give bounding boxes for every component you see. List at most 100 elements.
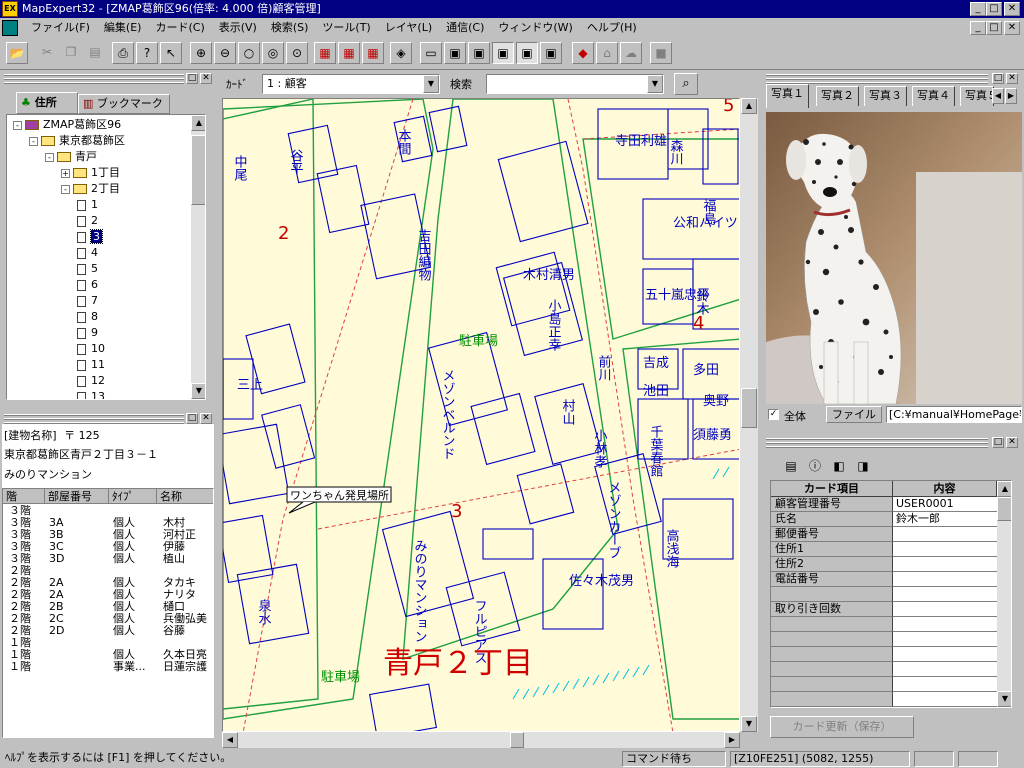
binoculars-icon[interactable]: ⌕ <box>674 73 698 95</box>
tab-photo-1[interactable]: 写真１ <box>766 84 809 108</box>
panel-restore-button[interactable]: □ <box>186 73 198 84</box>
card-row[interactable] <box>771 632 997 647</box>
col-room[interactable]: 部屋番号 <box>45 489 109 504</box>
tree-node[interactable]: - 東京都葛飾区 <box>29 133 125 149</box>
scroll-thumb[interactable] <box>191 135 205 205</box>
table-row[interactable]: ３階 3D 個人 植山 <box>3 553 213 565</box>
window-2-icon[interactable]: ▣ <box>444 42 466 64</box>
table-row[interactable]: ３階 3B 個人 河村正 <box>3 529 213 541</box>
tree-node[interactable]: - 2丁目 <box>61 181 120 197</box>
card-row[interactable]: 電話番号 <box>771 572 997 587</box>
card-row[interactable] <box>771 617 997 632</box>
open-folder-icon[interactable]: 📂 <box>6 42 28 64</box>
tree-node[interactable]: 8 <box>77 309 98 325</box>
card-row[interactable]: 住所1 <box>771 542 997 557</box>
file-button[interactable]: ファイル <box>826 406 882 423</box>
map-label[interactable]: フルピアス <box>472 599 487 664</box>
panel-close-button[interactable]: ✕ <box>200 73 212 84</box>
card-row[interactable]: 郵便番号 <box>771 527 997 542</box>
map-label[interactable]: 森川 <box>668 139 684 165</box>
map-label[interactable]: 池田 <box>643 384 669 399</box>
minimize-button[interactable]: _ <box>970 2 986 16</box>
scroll-thumb[interactable] <box>997 497 1011 521</box>
paste-icon[interactable]: ▤ <box>84 42 106 64</box>
grid-3-icon[interactable]: ▦ <box>362 42 384 64</box>
card-row[interactable] <box>771 677 997 692</box>
dog-callout[interactable]: ワンちゃん発見場所 <box>286 486 392 514</box>
zoom-fit-icon[interactable]: ◎ <box>262 42 284 64</box>
tab-scroll-left-button[interactable]: ◀ <box>992 88 1004 104</box>
chevron-down-icon[interactable]: ▼ <box>423 75 439 93</box>
map-label[interactable]: みのりマンション <box>412 539 427 643</box>
card-field-value[interactable] <box>893 617 997 632</box>
tab-photo-5[interactable]: 写真５ <box>960 86 994 106</box>
card-scrollbar[interactable]: ▲ ▼ <box>997 481 1011 707</box>
table-row[interactable]: １階 事業... 日蓮宗護 <box>3 661 213 673</box>
tree-node[interactable]: - 青戸 <box>45 149 97 165</box>
zoom-icon[interactable]: ○ <box>238 42 260 64</box>
card-row[interactable] <box>771 692 997 707</box>
map-label[interactable]: 高浅海 <box>664 528 680 568</box>
table-row[interactable]: ３階 3C 個人 伊藤 <box>3 541 213 553</box>
window-5-icon[interactable]: ▣ <box>516 42 538 64</box>
map-canvas[interactable]: 2 3 4 5 青戸２丁目 谷平本間 寺田利雄 森川公和ハイツ福島吉田編物 木村清男小… <box>223 99 740 732</box>
card-field-value[interactable] <box>893 572 997 587</box>
zoom-out-icon[interactable]: ⊖ <box>214 42 236 64</box>
map-label[interactable]: 吉成 <box>643 356 669 371</box>
collapse-icon[interactable]: - <box>13 120 22 130</box>
building-restore-button[interactable]: □ <box>186 413 198 424</box>
marker-icon[interactable]: ◆ <box>572 42 594 64</box>
table-row[interactable]: ２階 2C 個人 兵働弘美 <box>3 613 213 625</box>
map-label[interactable]: 駐車場 <box>459 334 498 349</box>
map-label[interactable]: 前川 <box>596 354 612 381</box>
menu-item[interactable]: ツール(T) <box>315 18 377 38</box>
tab-address[interactable]: ♣ 住所 <box>16 92 78 114</box>
new-card-icon[interactable]: ▤ <box>780 456 802 478</box>
scroll-thumb[interactable] <box>510 732 524 748</box>
tab-photo-2[interactable]: 写真２ <box>816 86 859 106</box>
menu-item[interactable]: 編集(E) <box>97 18 149 38</box>
tree-node[interactable]: 2 <box>77 213 98 229</box>
scroll-left-button[interactable]: ◀ <box>222 732 238 748</box>
card-field-value[interactable] <box>893 587 997 602</box>
map-vertical-scrollbar[interactable]: ▲ ▼ <box>740 98 758 732</box>
map-label[interactable]: 佐々木茂男 <box>569 574 634 589</box>
table-row[interactable]: １階 個人 久本日亮 <box>3 649 213 661</box>
map-label[interactable]: 小林孝 <box>592 429 608 468</box>
tree-node[interactable]: 13 <box>77 389 105 399</box>
map-label[interactable]: 奥野 <box>703 394 729 409</box>
card-field-value[interactable] <box>893 542 997 557</box>
tree-node[interactable]: 1 <box>77 197 98 213</box>
grid-icon[interactable]: ▦ <box>314 42 336 64</box>
map-label[interactable]: 中尾 <box>232 155 248 182</box>
route-icon[interactable]: ⌂ <box>596 42 618 64</box>
card-field-value[interactable] <box>893 632 997 647</box>
collapse-icon[interactable]: - <box>29 136 38 146</box>
map-label[interactable]: メゾンベルンド <box>440 369 456 460</box>
tree-node[interactable]: 7 <box>77 293 98 309</box>
card-field-value[interactable] <box>893 662 997 677</box>
building-close-button[interactable]: ✕ <box>200 413 212 424</box>
tree-node[interactable]: +1丁目 <box>61 165 120 181</box>
doc-minimize-button[interactable]: _ <box>970 21 986 35</box>
menu-item[interactable]: カード(C) <box>148 18 211 38</box>
tree-node[interactable]: 5 <box>77 261 98 277</box>
scroll-down-button[interactable]: ▼ <box>741 716 757 732</box>
photo-panel-grip[interactable] <box>766 74 988 84</box>
window-3-icon[interactable]: ▣ <box>468 42 490 64</box>
map-label[interactable]: 泉水 <box>256 598 272 625</box>
tree-node[interactable]: 3 <box>77 229 103 245</box>
scroll-down-button[interactable]: ▼ <box>997 691 1011 707</box>
grid-2-icon[interactable]: ▦ <box>338 42 360 64</box>
help-icon[interactable]: ? <box>136 42 158 64</box>
card-field-value[interactable] <box>893 692 997 707</box>
col-card-content[interactable]: 内容 <box>893 481 997 497</box>
table-row[interactable]: ３階 <box>3 505 213 517</box>
whole-checkbox[interactable]: ✓ <box>768 409 779 420</box>
cut-icon[interactable]: ✂ <box>36 42 58 64</box>
expand-icon[interactable]: + <box>61 168 70 178</box>
map-label[interactable]: 村山 <box>560 399 576 425</box>
card-update-button[interactable]: カード更新（保存） <box>770 716 914 738</box>
card-row[interactable] <box>771 647 997 662</box>
maximize-button[interactable]: □ <box>986 2 1002 16</box>
